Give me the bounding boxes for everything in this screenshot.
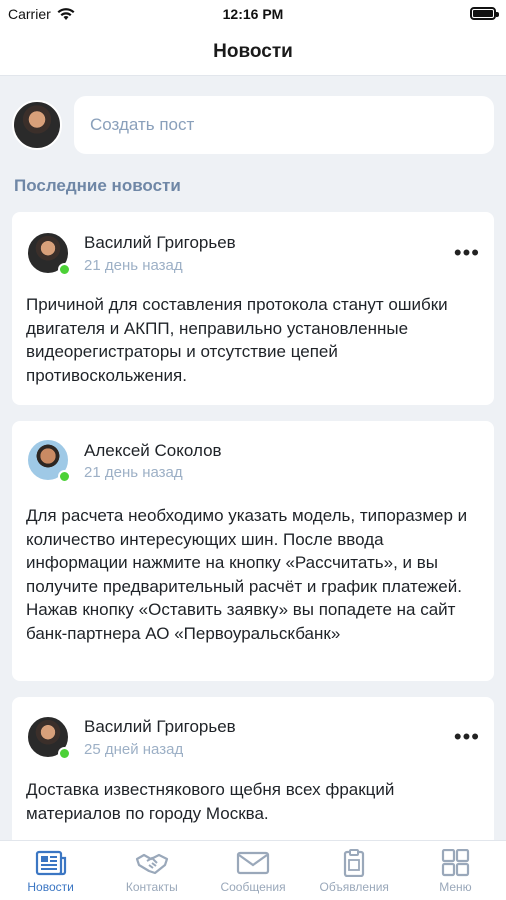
status-bar: Carrier 12:16 PM — [0, 0, 506, 28]
post-author[interactable]: Алексей Соколов — [84, 441, 222, 461]
post-date: 21 день назад — [84, 257, 183, 274]
create-post-row: Создать пост — [12, 96, 494, 154]
tab-label: Контакты — [125, 880, 178, 894]
tab-label: Сообщения — [220, 880, 286, 894]
nav-bar: Новости — [0, 28, 506, 76]
envelope-icon — [236, 851, 270, 875]
tab-label: Объявления — [319, 880, 389, 894]
newspaper-icon — [35, 850, 66, 876]
post-text: Причиной для составления протокола стану… — [26, 295, 448, 385]
more-options-icon[interactable]: ••• — [454, 242, 480, 264]
section-title: Последние новости — [14, 176, 181, 195]
author-avatar[interactable] — [26, 231, 71, 276]
post-date: 21 день назад — [84, 464, 183, 481]
battery-icon — [470, 7, 499, 20]
author-avatar[interactable] — [26, 438, 71, 483]
grid-icon — [442, 849, 470, 877]
post-card[interactable]: Василий Григорьев 25 дней назад ••• Дост… — [12, 697, 494, 847]
post-card[interactable]: Алексей Соколов 21 день назад Для расчет… — [12, 421, 494, 681]
author-avatar[interactable] — [26, 715, 71, 760]
tab-label: Новости — [27, 880, 74, 894]
online-indicator — [58, 747, 71, 760]
post-author[interactable]: Василий Григорьев — [84, 233, 236, 253]
tab-ads[interactable]: Объявления — [304, 841, 405, 900]
post-author[interactable]: Василий Григорьев — [84, 717, 236, 737]
clock: 12:16 PM — [222, 6, 284, 22]
more-options-icon[interactable]: ••• — [454, 726, 480, 748]
clipboard-icon — [344, 849, 365, 877]
tab-menu[interactable]: Меню — [405, 841, 506, 900]
tab-bar: Новости Контакты Сообщения Объявления Ме… — [0, 840, 506, 900]
post-card[interactable]: Василий Григорьев 21 день назад ••• Прич… — [12, 212, 494, 405]
online-indicator — [58, 470, 71, 483]
create-post-input[interactable]: Создать пост — [74, 96, 494, 154]
tab-contacts[interactable]: Контакты — [101, 841, 202, 900]
post-text: Доставка известнякового щебня всех фракц… — [26, 780, 395, 823]
online-indicator — [58, 263, 71, 276]
tab-news[interactable]: Новости — [0, 841, 101, 900]
post-text: Для расчета необходимо указать модель, т… — [26, 506, 468, 643]
handshake-icon — [135, 853, 168, 875]
page-title: Новости — [213, 41, 293, 62]
avatar[interactable] — [12, 100, 62, 150]
tab-messages[interactable]: Сообщения — [202, 841, 303, 900]
post-date: 25 дней назад — [84, 741, 184, 758]
tab-label: Меню — [439, 880, 472, 894]
